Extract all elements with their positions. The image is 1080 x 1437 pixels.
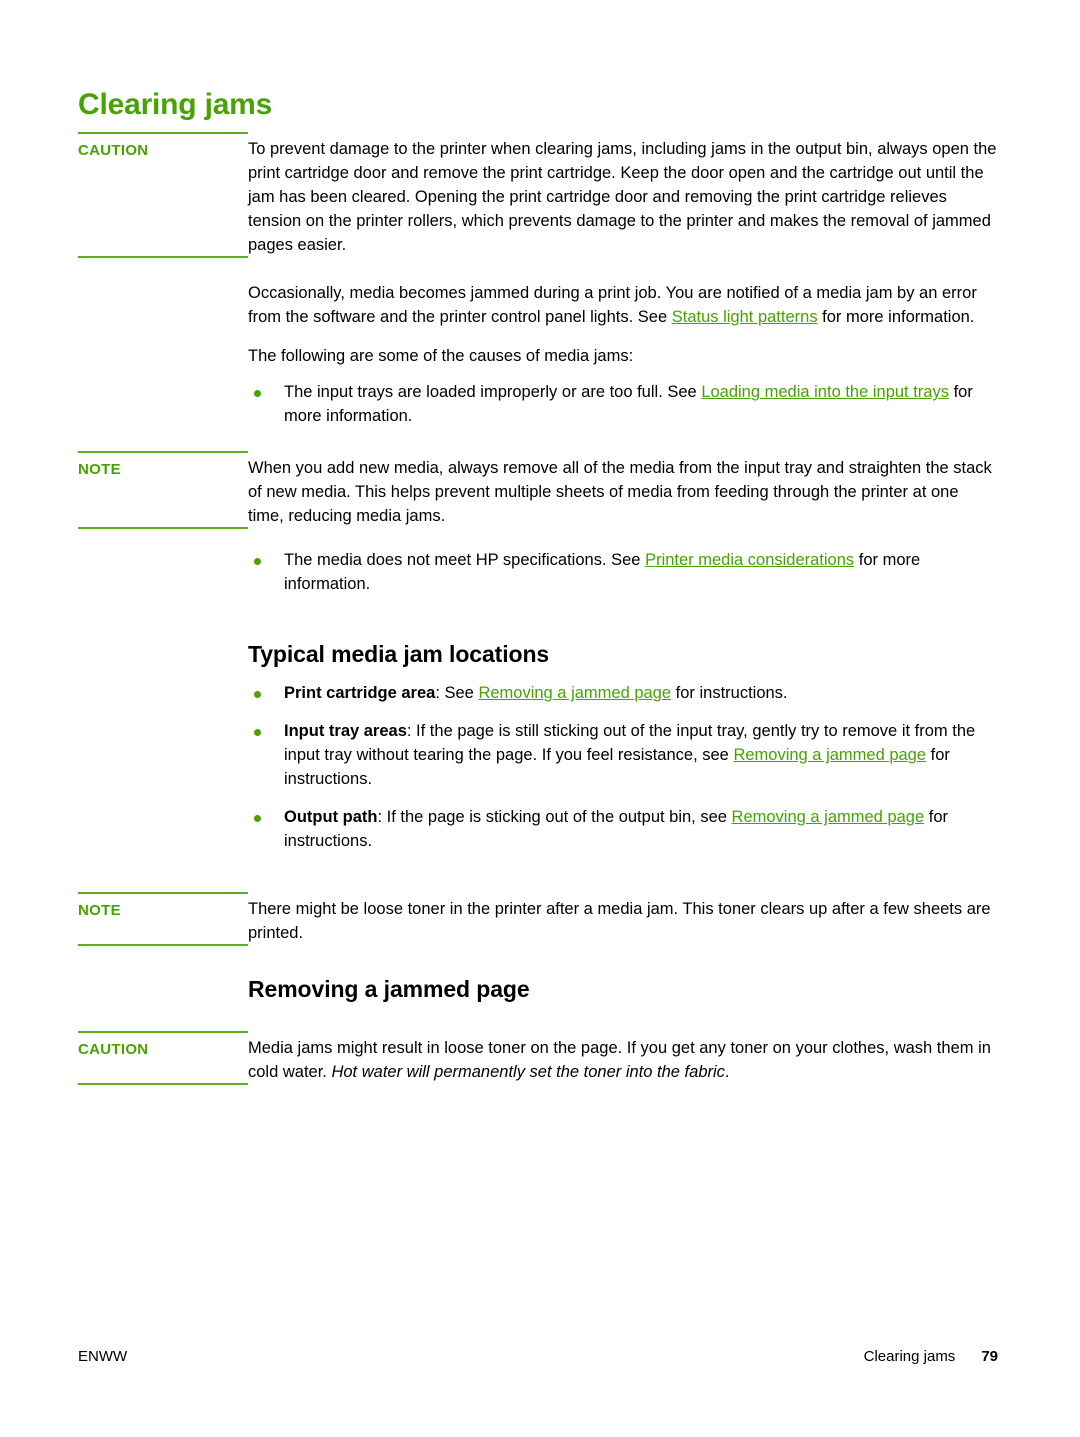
link-removing-a-jammed-page-2[interactable]: Removing a jammed page	[733, 746, 926, 764]
note-block-2: NOTE There might be loose toner in the p…	[78, 891, 998, 946]
page-title: Clearing jams	[78, 88, 273, 122]
causes-block-2: The media does not meet HP specification…	[78, 549, 998, 611]
note-label: NOTE	[78, 461, 121, 479]
caution-label-cell-2: CAUTION	[78, 1031, 248, 1086]
cause-2-before-link: The media does not meet HP specification…	[284, 550, 646, 569]
list-item: Print cartridge area: See Removing a jam…	[248, 682, 998, 706]
link-removing-a-jammed-page-1[interactable]: Removing a jammed page	[478, 684, 671, 702]
cause-1-before-link: The input trays are loaded improperly or…	[284, 383, 702, 402]
note-label-cell-2: NOTE	[78, 891, 248, 946]
location-2-lead: Input tray areas	[284, 722, 407, 741]
bullet-icon	[254, 691, 261, 699]
intro-paragraph-2: The following are some of the causes of …	[248, 347, 634, 366]
section-heading-removing-a-jammed-page: Removing a jammed page	[248, 975, 530, 1002]
caution-body-2: Media jams might result in loose toner o…	[248, 1031, 998, 1085]
note-label: NOTE	[78, 901, 121, 919]
location-3-before-link: : If the page is sticking out of the out…	[377, 808, 732, 827]
link-status-light-patterns[interactable]: Status light patterns	[672, 308, 818, 326]
footer-right-group: Clearing jams 79	[864, 1348, 998, 1365]
document-page: Clearing jams CAUTION To prevent damage …	[0, 0, 1080, 1437]
caution-paragraph-2: Media jams might result in loose toner o…	[248, 1037, 998, 1085]
bullet-icon	[254, 729, 261, 737]
caution-paragraph-1: To prevent damage to the printer when cl…	[248, 140, 997, 254]
caution-2-italic-text: Hot water will permanently set the toner…	[331, 1063, 725, 1082]
intro-block: Occasionally, media becomes jammed durin…	[78, 282, 998, 444]
section-heading-typical-media-jam-locations: Typical media jam locations	[248, 640, 550, 667]
note-body-1: When you add new media, always remove al…	[248, 451, 998, 529]
caution-block-1: CAUTION To prevent damage to the printer…	[78, 132, 998, 258]
footer-locale: ENWW	[78, 1348, 128, 1365]
bullet-icon	[254, 815, 261, 823]
intro-body: Occasionally, media becomes jammed durin…	[248, 282, 998, 444]
note-paragraph-1: When you add new media, always remove al…	[248, 459, 992, 526]
location-3-lead: Output path	[284, 808, 378, 827]
link-loading-media-into-input-trays[interactable]: Loading media into the input trays	[701, 383, 949, 401]
section-locations-body: Typical media jam locations Print cartri…	[248, 641, 998, 868]
causes-body-2: The media does not meet HP specification…	[248, 549, 998, 611]
intro-paragraph-1: Occasionally, media becomes jammed durin…	[248, 282, 998, 330]
caution-block-2: CAUTION Media jams might result in loose…	[78, 1031, 998, 1086]
note-paragraph-2: There might be loose toner in the printe…	[248, 899, 991, 942]
caution-label: CAUTION	[78, 142, 149, 159]
section-removing-jammed-page: Removing a jammed page	[78, 976, 998, 1018]
bullet-icon	[254, 557, 261, 565]
footer-chapter-title: Clearing jams	[863, 1348, 956, 1365]
caution-2-text-end: .	[724, 1063, 730, 1082]
caution-label: CAUTION	[78, 1041, 149, 1059]
list-item: Input tray areas: If the page is still s…	[248, 720, 998, 792]
section-typical-locations: Typical media jam locations Print cartri…	[78, 641, 998, 868]
section-removing-body: Removing a jammed page	[248, 976, 998, 1018]
page-footer: ENWW Clearing jams 79	[78, 1348, 998, 1365]
list-item: Output path: If the page is sticking out…	[248, 806, 998, 854]
note-body-2: There might be loose toner in the printe…	[248, 892, 998, 946]
page-content: CAUTION To prevent damage to the printer…	[78, 132, 998, 1086]
location-1-before-link: : See	[435, 684, 479, 703]
causes-list-part-1: The input trays are loaded improperly or…	[248, 381, 998, 429]
note-label-cell-1: NOTE	[78, 451, 248, 529]
intro-text-after-link: for more information.	[817, 307, 975, 326]
note-block-1: NOTE When you add new media, always remo…	[78, 451, 998, 529]
link-removing-a-jammed-page-3[interactable]: Removing a jammed page	[732, 808, 925, 826]
caution-label-cell-1: CAUTION	[78, 132, 248, 258]
jam-locations-list: Print cartridge area: See Removing a jam…	[248, 682, 998, 854]
link-printer-media-considerations[interactable]: Printer media considerations	[645, 551, 854, 569]
footer-page-number: 79	[981, 1348, 998, 1365]
list-item: The input trays are loaded improperly or…	[248, 381, 998, 429]
bullet-icon	[254, 390, 261, 398]
causes-list-part-2: The media does not meet HP specification…	[248, 549, 998, 597]
location-1-after-link: for instructions.	[671, 684, 788, 703]
list-item: The media does not meet HP specification…	[248, 549, 998, 597]
location-1-lead: Print cartridge area	[284, 684, 436, 703]
caution-body-1: To prevent damage to the printer when cl…	[248, 132, 998, 258]
